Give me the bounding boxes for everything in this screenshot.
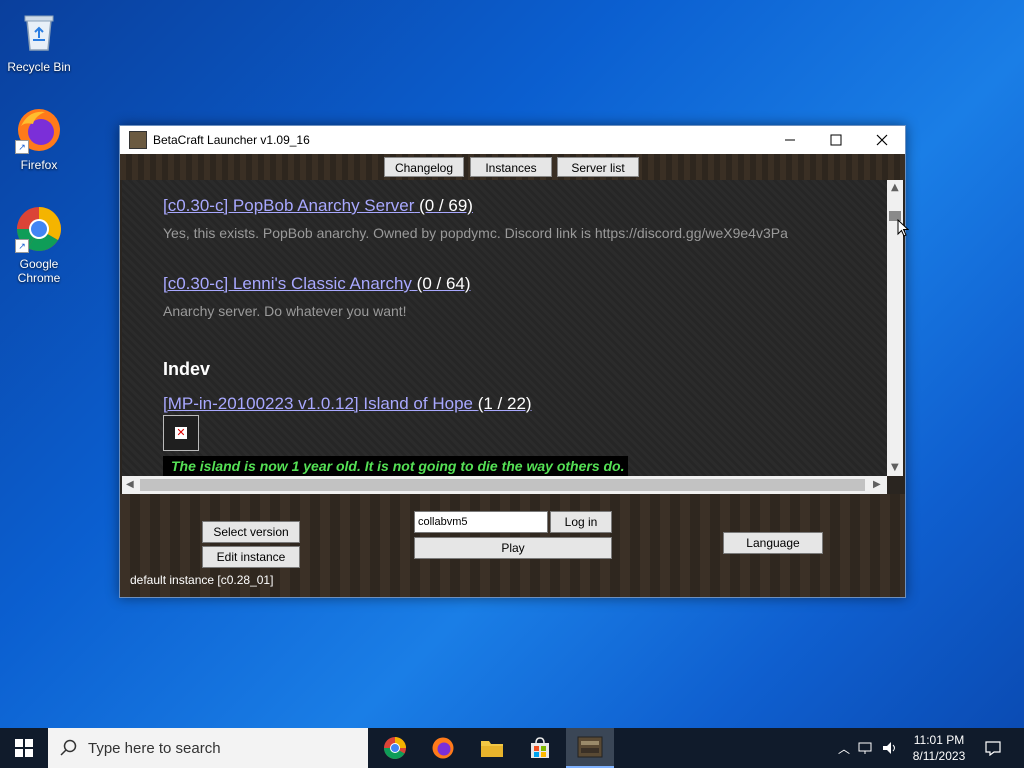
server-description: Yes, this exists. PopBob anarchy. Owned … [163,225,788,241]
server-list-panel: [c0.30-c] PopBob Anarchy Server (0 / 69)… [122,180,887,476]
chevron-up-icon[interactable]: ︿ [838,740,850,757]
clock-date: 8/11/2023 [912,749,966,763]
language-button[interactable]: Language [723,532,823,554]
firefox-icon: ↗ [15,106,63,154]
taskbar-chrome[interactable] [373,732,417,764]
windows-logo-icon [15,739,33,757]
broken-image-icon: ✕ [163,415,199,451]
server-link-lenni[interactable]: [c0.30-c] Lenni's Classic Anarchy [163,274,412,293]
tab-instances[interactable]: Instances [470,157,552,177]
search-icon [60,739,77,756]
login-button[interactable]: Log in [550,511,612,533]
server-player-count: (1 / 22) [477,394,532,413]
server-description: Anarchy server. Do whatever you want! [163,303,407,319]
username-input[interactable] [414,511,548,533]
shortcut-arrow-icon: ↗ [15,140,29,154]
taskbar-store[interactable] [518,732,562,764]
chrome-icon: ↗ [15,205,63,253]
taskbar-search-box[interactable]: Type here to search [48,728,368,768]
chrome-icon [384,737,406,759]
recycle-bin-icon [15,8,63,56]
edit-instance-button[interactable]: Edit instance [202,546,300,568]
volume-icon[interactable] [882,741,898,755]
betacraft-app-icon [129,131,147,149]
taskbar-firefox[interactable] [421,732,465,764]
select-version-button[interactable]: Select version [202,521,300,543]
search-placeholder: Type here to search [88,739,221,757]
minimize-button[interactable] [767,126,813,154]
server-entry-island-of-hope[interactable]: [MP-in-20100223 v1.0.12] Island of Hope … [163,394,532,414]
store-bag-icon [531,737,549,758]
play-button[interactable]: Play [414,537,612,559]
notification-icon [985,741,1001,756]
scroll-left-arrow-icon[interactable]: ◀ [126,479,134,490]
chrome-label: Google Chrome [17,257,61,285]
firefox-shortcut[interactable]: ↗ Firefox [1,106,77,172]
shortcut-arrow-icon: ↗ [15,239,29,253]
window-title: BetaCraft Launcher v1.09_16 [153,133,310,147]
server-link-popbob[interactable]: [c0.30-c] PopBob Anarchy Server [163,196,414,215]
close-button[interactable] [859,126,905,154]
mouse-cursor-icon [897,219,909,237]
recycle-bin-shortcut[interactable]: Recycle Bin [1,8,77,74]
taskbar-betacraft[interactable] [566,728,614,768]
section-heading-indev: Indev [163,359,211,379]
server-entry-lenni[interactable]: [c0.30-c] Lenni's Classic Anarchy (0 / 6… [163,274,471,294]
taskbar: Type here to search ︿ 11:01 PM 8/11/2023 [0,728,1024,768]
notification-center-button[interactable] [978,728,1008,768]
recycle-bin-label: Recycle Bin [7,60,71,74]
system-tray: ︿ [838,728,908,768]
betacraft-app-icon [577,736,603,758]
firefox-icon [432,737,454,759]
server-player-count: (0 / 64) [416,274,471,293]
title-bar[interactable]: BetaCraft Launcher v1.09_16 [120,126,905,154]
current-instance-label: default instance [c0.28_01] [130,573,274,587]
chrome-shortcut[interactable]: ↗ Google Chrome [1,205,77,285]
server-motd: The island is now 1 year old. It is not … [163,456,628,476]
network-icon[interactable] [858,741,874,755]
horizontal-scrollbar[interactable]: ◀ ▶ [122,476,887,494]
launcher-bottom-panel: Select version Edit instance Log in Play… [120,494,905,597]
server-link-island-of-hope[interactable]: [MP-in-20100223 v1.0.12] Island of Hope [163,394,473,413]
tabs-bar: Changelog Instances Server list [120,154,905,180]
server-entry-popbob[interactable]: [c0.30-c] PopBob Anarchy Server (0 / 69) [163,196,473,216]
start-button[interactable] [0,728,48,768]
server-player-count: (0 / 69) [419,196,473,215]
firefox-label: Firefox [20,158,58,172]
tab-changelog[interactable]: Changelog [384,157,464,177]
scroll-right-arrow-icon[interactable]: ▶ [873,479,881,490]
clock-time: 11:01 PM [913,733,965,747]
maximize-button[interactable] [813,126,859,154]
horizontal-scroll-thumb[interactable] [140,479,865,491]
clock[interactable]: 11:01 PM 8/11/2023 [908,728,970,768]
betacraft-window: BetaCraft Launcher v1.09_16 Changelog In… [119,125,906,598]
scroll-up-arrow-icon[interactable]: ▲ [891,182,899,193]
scroll-down-arrow-icon[interactable]: ▼ [891,462,899,473]
tab-server-list[interactable]: Server list [557,157,639,177]
taskbar-file-explorer[interactable] [470,732,514,764]
folder-icon [481,741,503,757]
